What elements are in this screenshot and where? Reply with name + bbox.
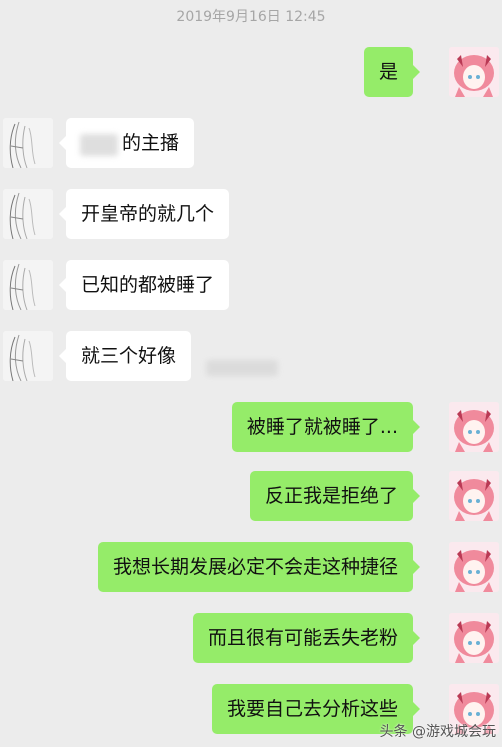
- message-bubble-self[interactable]: 被睡了就被睡了...: [231, 402, 421, 452]
- self-avatar-icon[interactable]: [449, 402, 499, 452]
- self-avatar-icon[interactable]: [449, 471, 499, 521]
- self-avatar-icon[interactable]: [449, 47, 499, 97]
- other-avatar-icon[interactable]: [3, 118, 53, 168]
- message-bubble-other[interactable]: 就三个好像: [58, 331, 192, 381]
- message-bubble-self[interactable]: 我想长期发展必定不会走这种捷径: [97, 542, 421, 592]
- other-avatar-icon[interactable]: [3, 189, 53, 239]
- message-bubble-self[interactable]: 反正我是拒绝了: [249, 471, 421, 521]
- self-avatar-icon[interactable]: [449, 542, 499, 592]
- message-bubble-other[interactable]: 已知的都被睡了: [58, 260, 230, 310]
- message-row: 的主播: [0, 117, 502, 169]
- message-row: 就三个好像: [0, 330, 502, 382]
- self-avatar-icon[interactable]: [449, 613, 499, 663]
- message-bubble-self[interactable]: 而且很有可能丢失老粉: [192, 613, 421, 663]
- message-row: 是: [0, 46, 502, 98]
- redacted-blur: [80, 134, 118, 156]
- message-row: 反正我是拒绝了: [0, 470, 502, 522]
- message-row: 我想长期发展必定不会走这种捷径: [0, 541, 502, 593]
- other-avatar-icon[interactable]: [3, 260, 53, 310]
- message-row: 开皇帝的就几个: [0, 188, 502, 240]
- message-row: 被睡了就被睡了...: [0, 401, 502, 453]
- message-bubble-self[interactable]: 是: [363, 47, 421, 97]
- message-text: 的主播: [122, 132, 180, 154]
- message-row: 已知的都被睡了: [0, 259, 502, 311]
- message-row: 而且很有可能丢失老粉: [0, 612, 502, 664]
- other-avatar-icon[interactable]: [3, 331, 53, 381]
- chat-timestamp: 2019年9月16日 12:45: [176, 9, 326, 25]
- message-bubble-other[interactable]: 开皇帝的就几个: [58, 189, 230, 239]
- source-watermark: 头条 @游戏城会玩: [379, 724, 496, 740]
- redacted-blur: [206, 360, 278, 376]
